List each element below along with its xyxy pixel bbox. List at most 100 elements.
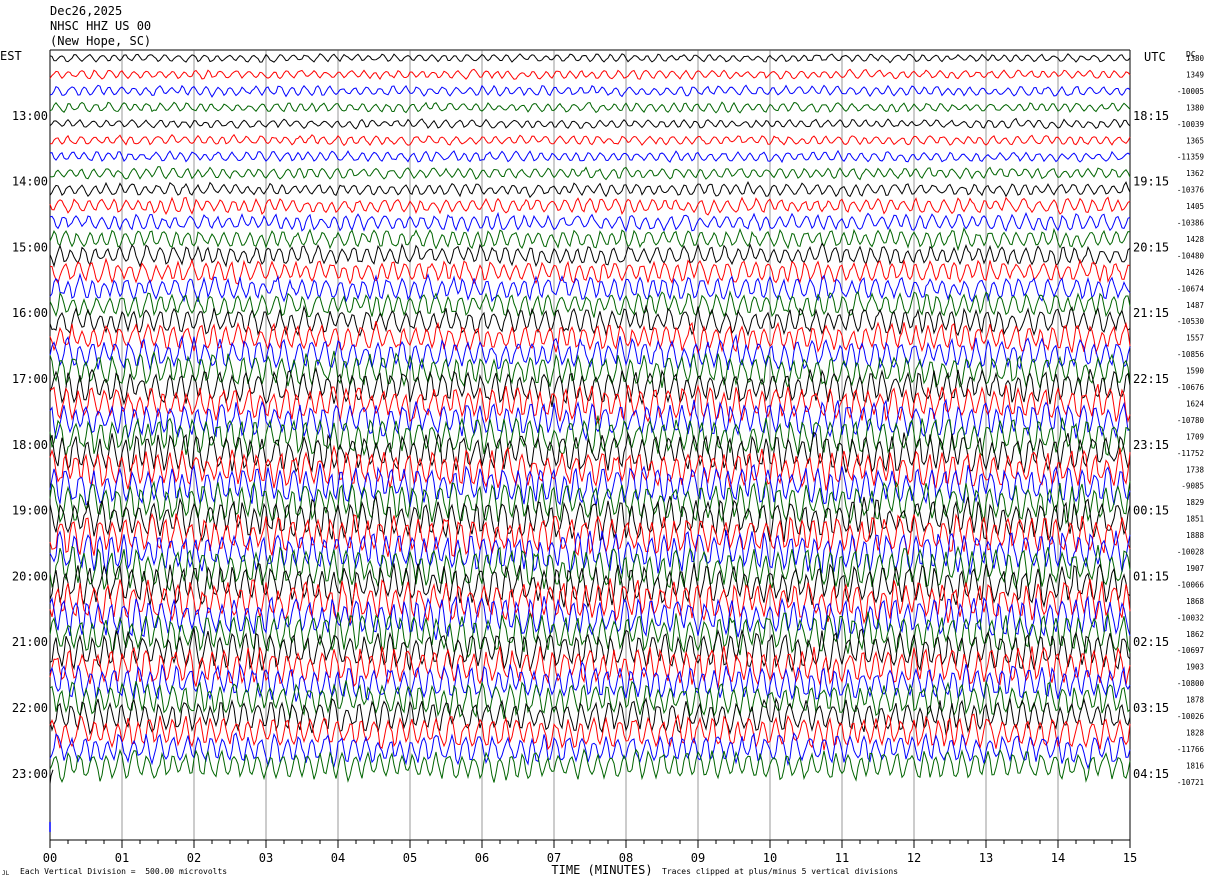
dc-offset-value: 1487: [1186, 301, 1204, 310]
x-tick-label: 13: [979, 851, 993, 865]
seismic-trace: [49, 398, 1131, 442]
right-hour-label: 20:15: [1133, 240, 1169, 254]
dc-offset-value: -10676: [1177, 383, 1205, 392]
left-hour-label: 18:00: [12, 438, 48, 452]
dc-offset-value: 1557: [1186, 334, 1204, 343]
scale-note: Each Vertical Division = 500.00 microvol…: [20, 867, 228, 876]
x-tick-label: 03: [259, 851, 273, 865]
dc-offset-value: 1907: [1186, 564, 1204, 573]
dc-offset-value: 1828: [1186, 728, 1205, 737]
x-tick-label: 11: [835, 851, 849, 865]
x-tick-label: 12: [907, 851, 921, 865]
seismic-trace: [49, 196, 1131, 216]
clip-note: Traces clipped at plus/minus 5 vertical …: [662, 867, 899, 876]
dc-offset-value: -10376: [1177, 186, 1205, 195]
dc-offset-value: -10480: [1177, 251, 1205, 260]
dc-offset-value: 1380: [1186, 54, 1205, 63]
seismic-trace: [49, 463, 1131, 508]
x-axis-title: TIME (MINUTES): [551, 863, 652, 877]
left-hour-label: 20:00: [12, 569, 48, 583]
left-hour-label: 16:00: [12, 306, 48, 320]
left-hour-label: 22:00: [12, 701, 48, 715]
left-hour-label: 21:00: [12, 635, 48, 649]
dc-offset-value: -10697: [1177, 646, 1204, 655]
dc-offset-value: 1851: [1186, 515, 1204, 524]
x-tick-label: 02: [187, 851, 201, 865]
right-hour-label: 19:15: [1133, 175, 1169, 189]
dc-offset-value: 1903: [1186, 663, 1204, 672]
dc-offset-value: 1862: [1186, 630, 1204, 639]
x-tick-label: 04: [331, 851, 345, 865]
right-hour-label: 18:15: [1133, 109, 1169, 123]
seismic-trace: [49, 211, 1131, 233]
dc-offset-value: -10780: [1177, 416, 1205, 425]
right-hour-label: 22:15: [1133, 372, 1169, 386]
right-hour-label: 03:15: [1133, 701, 1169, 715]
dc-offset-value: 1738: [1186, 465, 1205, 474]
dc-offset-value: -10028: [1177, 548, 1205, 557]
corner-mark: JL: [2, 870, 10, 877]
dc-offset-value: 1590: [1186, 367, 1205, 376]
dc-offset-value: 1426: [1186, 268, 1205, 277]
left-hour-label: 13:00: [12, 109, 48, 123]
x-tick-label: 14: [1051, 851, 1065, 865]
dc-offset-value: -10721: [1177, 778, 1204, 787]
dc-offset-value: 1380: [1186, 103, 1205, 112]
dc-offset-value: -10674: [1177, 284, 1205, 293]
dc-offset-value: 1624: [1186, 399, 1205, 408]
right-hour-label: 00:15: [1133, 504, 1169, 518]
x-tick-label: 06: [475, 851, 489, 865]
seismic-trace: [49, 290, 1131, 319]
dc-offset-value: -9085: [1181, 482, 1204, 491]
right-hour-label: 21:15: [1133, 306, 1169, 320]
dc-offset-value: -10039: [1177, 120, 1204, 129]
seismic-trace: [49, 333, 1131, 373]
x-tick-label: 09: [691, 851, 705, 865]
seismic-trace: [49, 133, 1131, 147]
right-hour-label: 02:15: [1133, 635, 1169, 649]
seismic-trace: [49, 166, 1131, 181]
x-tick-label: 00: [43, 851, 57, 865]
seismic-trace: [49, 512, 1131, 557]
seismic-trace: [49, 53, 1131, 64]
dc-offset-value: -10856: [1177, 350, 1205, 359]
seismic-trace: [49, 696, 1131, 736]
seismic-trace: [49, 84, 1131, 98]
seismogram-chart: 00 01 02 03 04 05 06 07 08 09 10 11 12 13 14 15TIME (MI…: [12, 49, 1205, 877]
right-hour-label: 04:15: [1133, 767, 1169, 781]
left-hour-label: 19:00: [12, 504, 48, 518]
dc-offset-value: 1878: [1186, 696, 1205, 705]
dc-offset-value: 1428: [1186, 235, 1205, 244]
left-hour-label: 15:00: [12, 240, 48, 254]
dc-offset-value: -11752: [1177, 449, 1204, 458]
x-tick-label: 01: [115, 851, 129, 865]
seismic-trace: [49, 320, 1131, 355]
x-tick-label: 15: [1123, 851, 1137, 865]
dc-offset-value: -10530: [1177, 317, 1205, 326]
dc-offset-value: -10026: [1177, 712, 1205, 721]
seismic-trace: [49, 627, 1131, 673]
right-hour-label: 01:15: [1133, 569, 1169, 583]
dc-offset-value: -11766: [1177, 745, 1205, 754]
seismic-trace: [49, 68, 1131, 81]
dc-offset-value: -10005: [1177, 87, 1204, 96]
dc-offset-value: 1709: [1186, 432, 1204, 441]
left-hour-label: 14:00: [12, 175, 48, 189]
dc-offset-value: 1405: [1186, 202, 1204, 211]
x-tick-label: 05: [403, 851, 417, 865]
dc-offset-value: -10386: [1177, 219, 1205, 228]
right-hour-label: 23:15: [1133, 438, 1169, 452]
seismic-trace: [49, 149, 1131, 164]
dc-offset-value: 1829: [1186, 498, 1204, 507]
dc-offset-value: -10032: [1177, 613, 1204, 622]
dc-offset-value: 1349: [1186, 70, 1204, 79]
seismic-trace: [49, 101, 1131, 114]
seismic-trace: [49, 117, 1131, 130]
dc-offset-value: 1868: [1186, 597, 1205, 606]
dc-offset-value: 1362: [1186, 169, 1204, 178]
x-tick-label: 10: [763, 851, 777, 865]
left-hour-label: 17:00: [12, 372, 48, 386]
left-hour-label: 23:00: [12, 767, 48, 781]
seismic-trace: [49, 181, 1131, 199]
dc-offset-value: 1888: [1186, 531, 1205, 540]
